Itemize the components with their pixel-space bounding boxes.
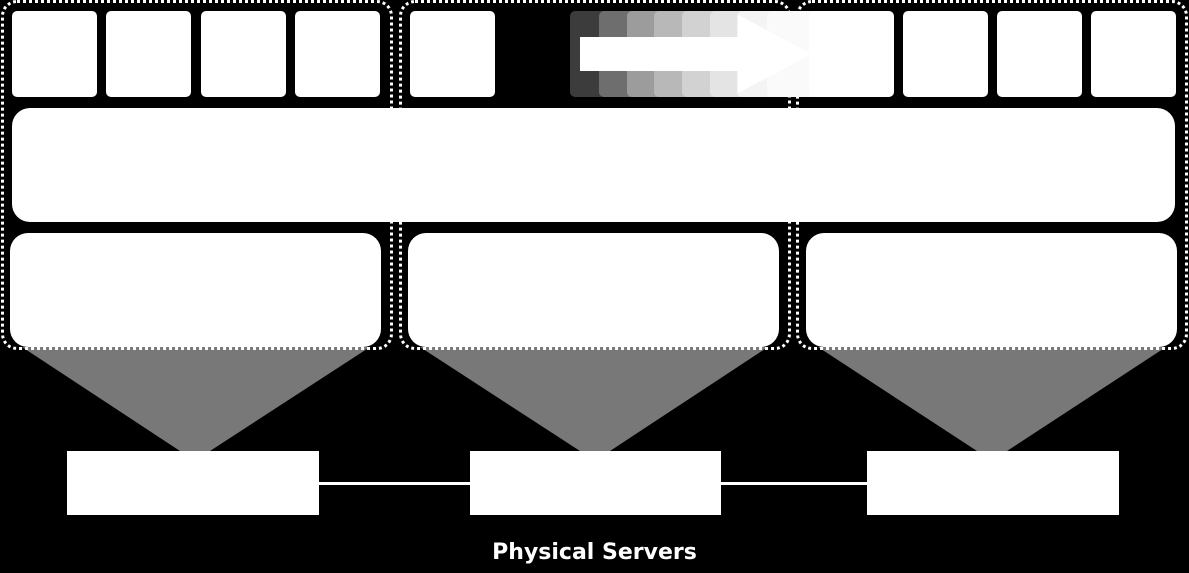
vm-3-3[interactable] [997, 11, 1082, 97]
funnel-3 [818, 347, 1166, 451]
hypervisor-1[interactable] [10, 233, 381, 347]
physical-server-2[interactable] [470, 451, 721, 515]
vm-3-2[interactable] [903, 11, 988, 97]
vm-1-3[interactable] [201, 11, 286, 97]
migration-arrow-icon [580, 15, 812, 93]
funnel-1 [22, 347, 370, 451]
vm-3-1[interactable] [809, 11, 894, 97]
network-link-2-3 [721, 482, 868, 485]
network-link-1-2 [319, 482, 470, 485]
physical-server-1[interactable] [67, 451, 319, 515]
physical-server-3[interactable] [867, 451, 1119, 515]
hypervisor-3[interactable] [806, 233, 1177, 347]
vm-1-1[interactable] [12, 11, 97, 97]
physical-servers-label: Physical Servers [492, 540, 697, 565]
vm-1-2[interactable] [106, 11, 191, 97]
hypervisor-2[interactable] [408, 233, 779, 347]
vm-3-4[interactable] [1091, 11, 1176, 97]
vm-1-4[interactable] [295, 11, 380, 97]
funnel-2 [420, 347, 768, 451]
vm-2-1[interactable] [410, 11, 495, 97]
shared-resource-pool[interactable] [12, 108, 1175, 222]
